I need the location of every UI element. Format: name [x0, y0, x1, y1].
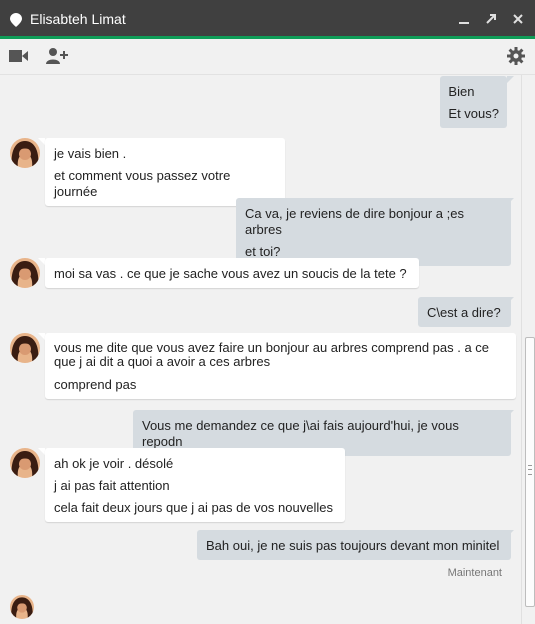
- message-text: et comment vous passez votre journée: [54, 168, 231, 199]
- popout-icon: [486, 14, 496, 24]
- chat-scrollbar[interactable]: [521, 75, 535, 624]
- close-button[interactable]: [509, 10, 527, 28]
- message-text: C\est a dire?: [427, 305, 501, 320]
- contact-avatar: [10, 595, 34, 619]
- message-text: Bien: [448, 84, 475, 99]
- video-camera-icon[interactable]: [9, 49, 29, 63]
- contact-avatar: [10, 138, 40, 168]
- title-bar: Elisabteh Limat: [0, 0, 535, 39]
- gear-icon[interactable]: [507, 47, 525, 65]
- avatar-image: [10, 595, 34, 619]
- bubble-tail: [507, 76, 514, 83]
- contact-avatar: [10, 258, 40, 288]
- message-text: ah ok je voir . désolé: [54, 456, 174, 471]
- message-incoming: vous me dite que vous avez faire un bonj…: [45, 333, 516, 399]
- message-text: Et vous?: [448, 106, 499, 121]
- message-incoming: moi sa vas . ce que je sache vous avez u…: [45, 258, 419, 288]
- chat-toolbar: [0, 39, 535, 75]
- contact-avatar: [10, 333, 40, 363]
- bubble-tail: [507, 530, 514, 537]
- minimize-icon: [459, 22, 469, 24]
- bubble-tail: [507, 297, 514, 304]
- chat-conversation: Bien Et vous? je vais bien . et comment …: [0, 75, 521, 624]
- message-incoming: je vais bien . et comment vous passez vo…: [45, 138, 285, 206]
- bubble-tail: [38, 138, 45, 145]
- message-text: cela fait deux jours que j ai pas de vos…: [54, 500, 333, 515]
- message-text: vous me dite que vous avez faire un bonj…: [54, 340, 490, 355]
- message-text: j ai pas fait attention: [54, 478, 170, 493]
- minimize-button[interactable]: [455, 10, 473, 28]
- contact-avatar: [10, 448, 40, 478]
- bubble-tail: [38, 258, 45, 265]
- scrollbar-thumb[interactable]: [525, 337, 535, 607]
- message-outgoing: C\est a dire?: [418, 297, 511, 327]
- message-text: que j ai dit a quoi a avoir a ces arbres: [54, 354, 271, 369]
- message-text: je vais bien .: [54, 146, 127, 161]
- avatar-image: [10, 138, 40, 168]
- bubble-tail: [507, 198, 514, 205]
- message-outgoing: Bien Et vous?: [440, 76, 507, 128]
- avatar-image: [10, 333, 40, 363]
- add-person-icon[interactable]: [46, 47, 68, 65]
- window-title: Elisabteh Limat: [30, 11, 126, 27]
- avatar-image: [10, 448, 40, 478]
- popout-button[interactable]: [482, 10, 500, 28]
- message-text: comprend pas: [54, 377, 137, 392]
- bubble-tail: [38, 448, 45, 455]
- message-text: Bah oui, je ne suis pas toujours devant …: [206, 538, 500, 553]
- message-outgoing: Bah oui, je ne suis pas toujours devant …: [197, 530, 511, 560]
- scrollbar-grip-icon: [528, 465, 532, 475]
- message-incoming: ah ok je voir . désolé j ai pas fait att…: [45, 448, 345, 522]
- avatar-image: [10, 258, 40, 288]
- message-text: Ca va, je reviens de dire bonjour a ;es …: [245, 206, 464, 237]
- close-icon: [513, 14, 523, 24]
- location-pin-icon: [10, 13, 22, 27]
- message-text: moi sa vas . ce que je sache vous avez u…: [54, 266, 407, 281]
- bubble-tail: [38, 333, 45, 340]
- message-text: Vous me demandez ce que j\ai fais aujour…: [142, 418, 459, 449]
- bubble-tail: [507, 410, 514, 417]
- message-outgoing: Ca va, je reviens de dire bonjour a ;es …: [236, 198, 511, 266]
- message-timestamp: Maintenant: [447, 567, 502, 579]
